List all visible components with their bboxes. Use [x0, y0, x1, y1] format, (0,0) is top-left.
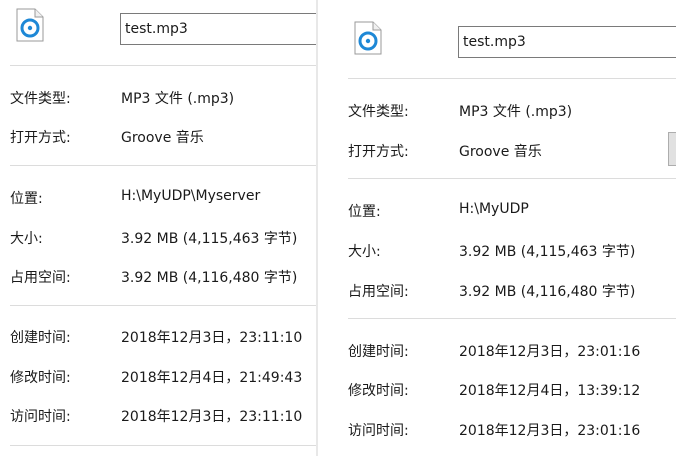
groove-music-file-icon — [354, 21, 382, 55]
divider — [10, 65, 316, 66]
file-type-label: 文件类型: — [348, 104, 409, 120]
created-value: 2018年12月3日，23:11:10 — [121, 330, 303, 346]
modified-value: 2018年12月4日，21:49:43 — [121, 370, 303, 386]
opens-with-value: Groove 音乐 — [121, 130, 204, 146]
accessed-label: 访问时间: — [348, 423, 409, 439]
divider — [348, 78, 676, 79]
location-label: 位置: — [348, 204, 381, 220]
divider — [348, 318, 676, 319]
file-type-label: 文件类型: — [10, 91, 71, 107]
created-label: 创建时间: — [10, 330, 71, 346]
divider — [348, 178, 676, 179]
modified-label: 修改时间: — [348, 383, 409, 399]
change-button[interactable] — [668, 132, 676, 166]
file-name-input[interactable]: test.mp3 — [120, 13, 316, 45]
size-on-disk-value: 3.92 MB (4,116,480 字节) — [121, 270, 298, 286]
file-type-value: MP3 文件 (.mp3) — [459, 104, 573, 120]
size-label: 大小: — [10, 231, 43, 247]
left-properties-panel: test.mp3 文件类型: MP3 文件 (.mp3) 打开方式: Groov… — [0, 0, 316, 456]
file-name-input[interactable]: test.mp3 — [458, 26, 676, 58]
size-on-disk-label: 占用空间: — [348, 284, 409, 300]
opens-with-value: Groove 音乐 — [459, 144, 542, 160]
created-value: 2018年12月3日，23:01:16 — [459, 344, 641, 360]
modified-label: 修改时间: — [10, 370, 71, 386]
accessed-label: 访问时间: — [10, 409, 71, 425]
size-value: 3.92 MB (4,115,463 字节) — [459, 244, 636, 260]
divider — [10, 305, 316, 306]
location-value: H:\MyUDP — [459, 201, 529, 217]
accessed-value: 2018年12月3日，23:11:10 — [121, 409, 303, 425]
right-properties-panel: test.mp3 文件类型: MP3 文件 (.mp3) 打开方式: Groov… — [318, 0, 676, 456]
file-type-value: MP3 文件 (.mp3) — [121, 91, 235, 107]
created-label: 创建时间: — [348, 344, 409, 360]
size-value: 3.92 MB (4,115,463 字节) — [121, 231, 298, 247]
location-value: H:\MyUDP\Myserver — [121, 188, 261, 204]
size-on-disk-label: 占用空间: — [10, 270, 71, 286]
location-label: 位置: — [10, 191, 43, 207]
divider — [10, 165, 316, 166]
groove-music-file-icon — [16, 8, 44, 42]
divider — [10, 445, 316, 446]
opens-with-label: 打开方式: — [10, 130, 71, 146]
size-label: 大小: — [348, 244, 381, 260]
accessed-value: 2018年12月3日，23:01:16 — [459, 423, 641, 439]
opens-with-label: 打开方式: — [348, 144, 409, 160]
size-on-disk-value: 3.92 MB (4,116,480 字节) — [459, 284, 636, 300]
modified-value: 2018年12月4日，13:39:12 — [459, 383, 641, 399]
